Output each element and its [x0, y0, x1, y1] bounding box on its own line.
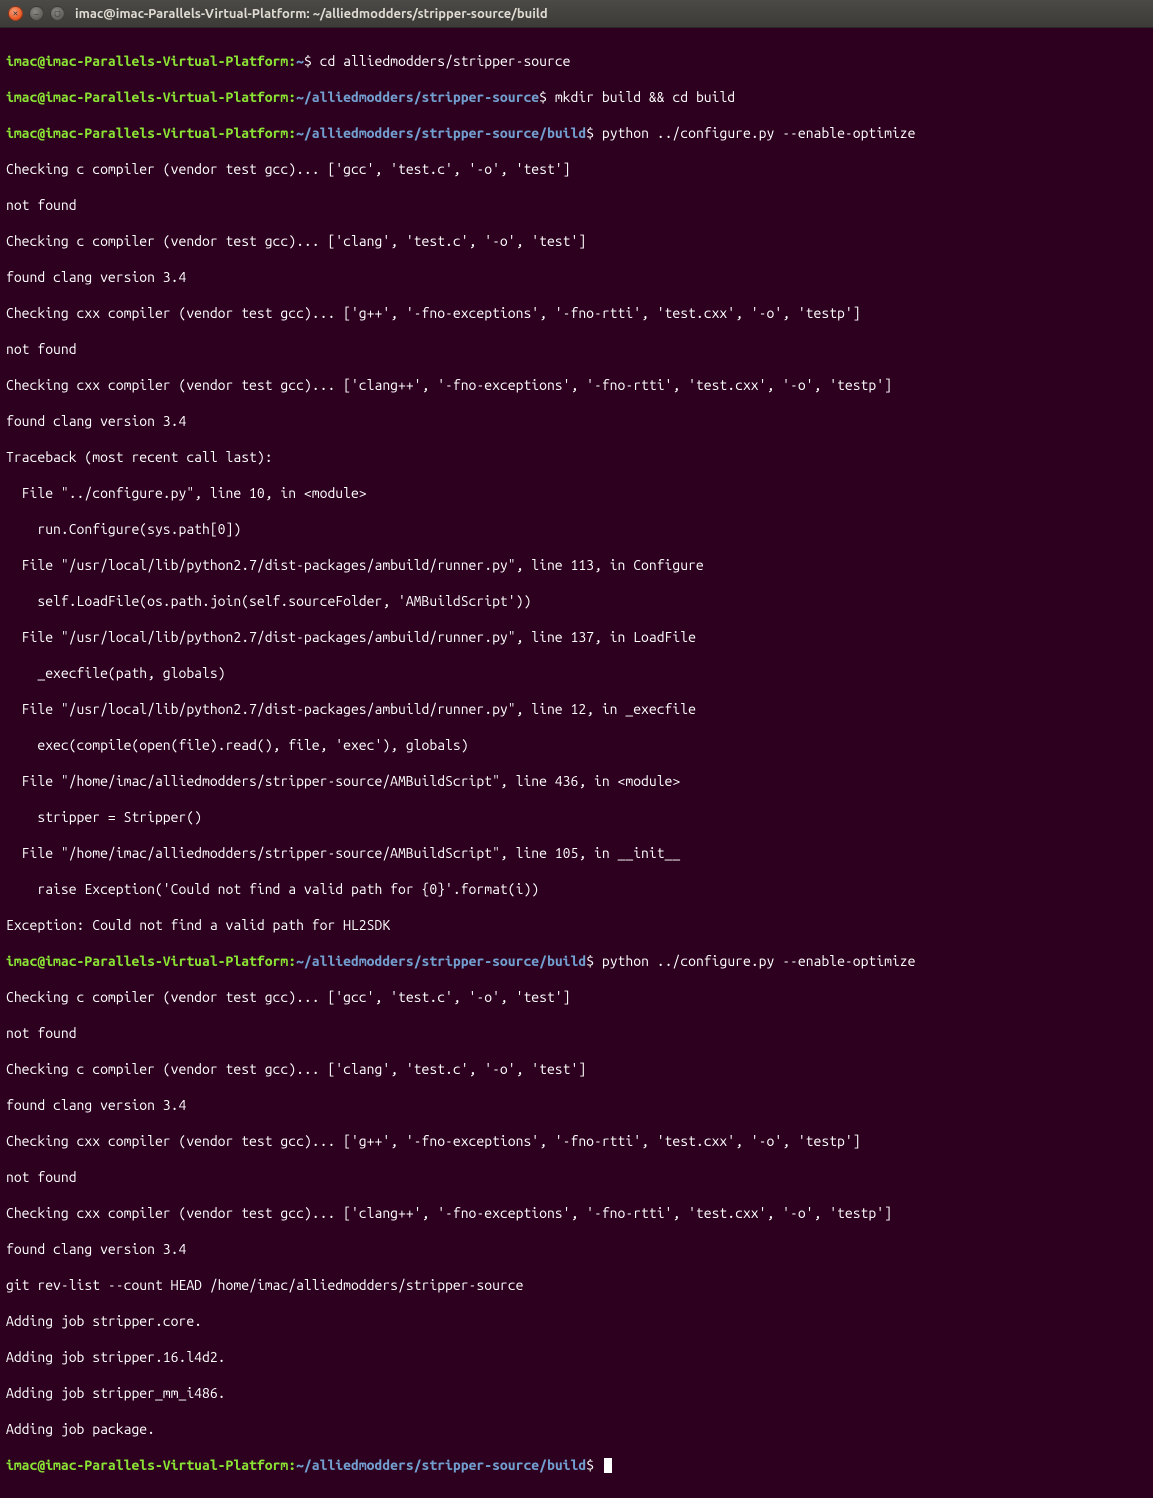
terminal-output: found clang version 3.4	[6, 268, 1147, 286]
terminal-output: not found	[6, 1024, 1147, 1042]
terminal-output: File "/home/imac/alliedmodders/stripper-…	[6, 844, 1147, 862]
terminal-line: imac@imac-Parallels-Virtual-Platform:~/a…	[6, 88, 1147, 106]
terminal-output: Checking c compiler (vendor test gcc)...…	[6, 988, 1147, 1006]
prompt-userhost: imac@imac-Parallels-Virtual-Platform	[6, 53, 288, 69]
terminal-output: self.LoadFile(os.path.join(self.sourceFo…	[6, 592, 1147, 610]
terminal-output: File "/usr/local/lib/python2.7/dist-pack…	[6, 556, 1147, 574]
terminal-output: Checking c compiler (vendor test gcc)...…	[6, 1060, 1147, 1078]
window-controls: ✕ − ▢	[8, 6, 65, 21]
command-text: cd alliedmodders/stripper-source	[320, 53, 571, 69]
terminal-line: imac@imac-Parallels-Virtual-Platform:~/a…	[6, 952, 1147, 970]
window-titlebar: ✕ − ▢ imac@imac-Parallels-Virtual-Platfo…	[0, 0, 1153, 28]
terminal-output: git rev-list --count HEAD /home/imac/all…	[6, 1276, 1147, 1294]
terminal-output: not found	[6, 340, 1147, 358]
terminal-line: imac@imac-Parallels-Virtual-Platform:~/a…	[6, 1456, 1147, 1474]
terminal-output: raise Exception('Could not find a valid …	[6, 880, 1147, 898]
terminal-output: found clang version 3.4	[6, 1096, 1147, 1114]
terminal-output: Traceback (most recent call last):	[6, 448, 1147, 466]
maximize-icon[interactable]: ▢	[50, 6, 65, 21]
prompt-dollar: $	[304, 53, 312, 69]
terminal-output: run.Configure(sys.path[0])	[6, 520, 1147, 538]
terminal-output: exec(compile(open(file).read(), file, 'e…	[6, 736, 1147, 754]
terminal-output: Checking cxx compiler (vendor test gcc).…	[6, 376, 1147, 394]
terminal-output: _execfile(path, globals)	[6, 664, 1147, 682]
minimize-icon[interactable]: −	[29, 6, 44, 21]
terminal-output: File "../configure.py", line 10, in <mod…	[6, 484, 1147, 502]
terminal-output: stripper = Stripper()	[6, 808, 1147, 826]
window-title: imac@imac-Parallels-Virtual-Platform: ~/…	[75, 7, 548, 21]
terminal-output: not found	[6, 1168, 1147, 1186]
terminal-output: found clang version 3.4	[6, 412, 1147, 430]
close-icon[interactable]: ✕	[8, 6, 23, 21]
terminal-viewport[interactable]: imac@imac-Parallels-Virtual-Platform:~$ …	[0, 28, 1153, 1498]
prompt-path: ~	[296, 53, 304, 69]
terminal-output: Adding job stripper.16.l4d2.	[6, 1348, 1147, 1366]
terminal-output: File "/home/imac/alliedmodders/stripper-…	[6, 772, 1147, 790]
terminal-output: File "/usr/local/lib/python2.7/dist-pack…	[6, 628, 1147, 646]
terminal-output: File "/usr/local/lib/python2.7/dist-pack…	[6, 700, 1147, 718]
terminal-output: found clang version 3.4	[6, 1240, 1147, 1258]
terminal-output: Checking cxx compiler (vendor test gcc).…	[6, 1132, 1147, 1150]
terminal-output: Adding job stripper_mm_i486.	[6, 1384, 1147, 1402]
cursor-icon	[604, 1458, 612, 1473]
terminal-output: Checking cxx compiler (vendor test gcc).…	[6, 1204, 1147, 1222]
terminal-output: Adding job package.	[6, 1420, 1147, 1438]
terminal-output: not found	[6, 196, 1147, 214]
terminal-output: Checking c compiler (vendor test gcc)...…	[6, 160, 1147, 178]
terminal-line: imac@imac-Parallels-Virtual-Platform:~/a…	[6, 124, 1147, 142]
terminal-output: Checking c compiler (vendor test gcc)...…	[6, 232, 1147, 250]
terminal-output: Exception: Could not find a valid path f…	[6, 916, 1147, 934]
terminal-output: Checking cxx compiler (vendor test gcc).…	[6, 304, 1147, 322]
terminal-output: Adding job stripper.core.	[6, 1312, 1147, 1330]
terminal-line: imac@imac-Parallels-Virtual-Platform:~$ …	[6, 52, 1147, 70]
